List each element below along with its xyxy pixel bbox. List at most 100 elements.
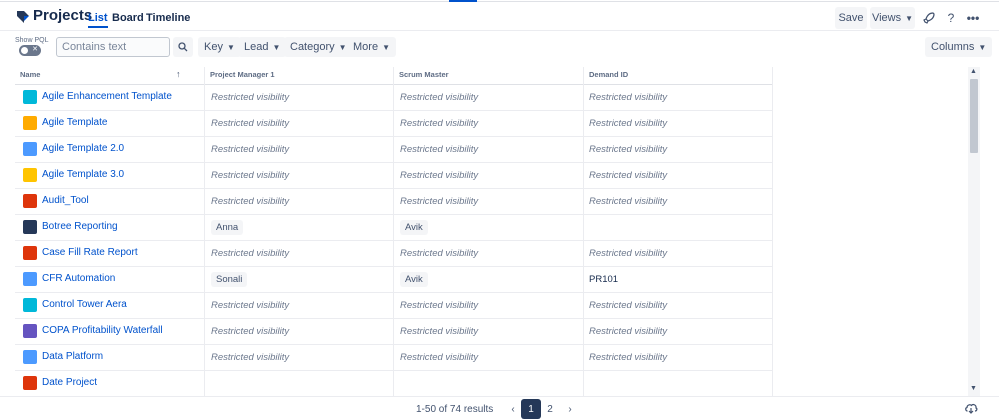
table-row[interactable]: Data Platform Restricted visibility Restri… — [15, 345, 772, 371]
filter-category-button[interactable]: Category ▼ — [284, 37, 353, 57]
scrum-master-cell: Restricted visibility — [400, 300, 479, 311]
project-manager-cell: Anna — [211, 220, 244, 235]
columns-label: Columns — [931, 41, 975, 53]
project-avatar-icon — [23, 194, 37, 208]
column-header-demand-id[interactable]: Demand ID — [589, 70, 628, 79]
tab-timeline[interactable]: Timeline — [146, 12, 190, 24]
project-avatar-icon — [23, 246, 37, 260]
demand-id-cell: PR101 — [589, 274, 619, 285]
project-name-link[interactable]: Case Fill Rate Report — [42, 247, 138, 258]
search-input[interactable] — [56, 37, 170, 57]
project-avatar-icon — [23, 90, 37, 104]
sort-ascending-icon[interactable]: ↑ — [176, 69, 181, 79]
project-manager-cell: Restricted visibility — [211, 300, 290, 311]
filter-lead-label: Lead — [244, 41, 269, 53]
tab-list[interactable]: List — [88, 12, 108, 28]
table-row[interactable]: Agile Enhancement Template Restricted vis… — [15, 85, 772, 111]
scrum-master-cell: Restricted visibility — [400, 196, 479, 207]
more-icon[interactable]: ••• — [962, 7, 984, 29]
table-row[interactable]: Agile Template 3.0 Restricted visibility R… — [15, 163, 772, 189]
filter-key-button[interactable]: Key ▼ — [198, 37, 241, 57]
show-pql-label: Show PQL — [15, 37, 49, 44]
column-header-name[interactable]: Name — [20, 70, 40, 79]
table-row[interactable]: Audit_Tool Restricted visibility Restricte… — [15, 189, 772, 215]
demand-id-cell: Restricted visibility — [589, 248, 668, 259]
page-1-button[interactable]: 1 — [521, 399, 541, 419]
scrum-master-cell: Restricted visibility — [400, 170, 479, 181]
project-name-link[interactable]: Data Platform — [42, 351, 103, 362]
views-label: Views — [871, 12, 902, 24]
scroll-thumb[interactable] — [970, 79, 978, 153]
project-manager-cell: Restricted visibility — [211, 92, 290, 103]
table-row[interactable]: Control Tower Aera Restricted visibility R… — [15, 293, 772, 319]
demand-id-cell: Restricted visibility — [589, 170, 668, 181]
project-avatar-icon — [23, 324, 37, 338]
project-name-link[interactable]: Agile Template — [42, 117, 107, 128]
chevron-down-icon: ▼ — [382, 42, 390, 52]
help-icon[interactable]: ? — [940, 7, 962, 29]
project-name-link[interactable]: Botree Reporting — [42, 221, 118, 232]
cloud-download-icon[interactable] — [964, 402, 978, 414]
rocket-icon[interactable] — [918, 7, 940, 29]
page-2-button[interactable]: 2 — [540, 399, 560, 419]
project-name-link[interactable]: Agile Enhancement Template — [42, 91, 172, 102]
demand-id-cell: Restricted visibility — [589, 196, 668, 207]
project-name-link[interactable]: Agile Template 2.0 — [42, 143, 124, 154]
table-row[interactable]: Botree Reporting Anna Avik — [15, 215, 772, 241]
project-avatar-icon — [23, 350, 37, 364]
projects-logo-icon — [17, 11, 29, 23]
views-button[interactable]: Views ▼ — [870, 7, 915, 29]
project-avatar-icon — [23, 272, 37, 286]
table-row[interactable]: COPA Profitability Waterfall Restricted v… — [15, 319, 772, 345]
project-manager-cell: Sonali — [211, 272, 248, 287]
column-header-project-manager[interactable]: Project Manager 1 — [210, 70, 275, 79]
project-manager-cell: Restricted visibility — [211, 170, 290, 181]
filter-more-button[interactable]: More ▼ — [347, 37, 396, 57]
project-manager-cell: Restricted visibility — [211, 326, 290, 337]
tab-board[interactable]: Board — [112, 12, 144, 24]
table-row[interactable]: CFR Automation Sonali Avik PR101 — [15, 267, 772, 293]
column-header-scrum-master[interactable]: Scrum Master — [399, 70, 449, 79]
project-name-link[interactable]: Control Tower Aera — [42, 299, 127, 310]
scroll-down-icon[interactable]: ▼ — [970, 385, 977, 392]
project-name-link[interactable]: Agile Template 3.0 — [42, 169, 124, 180]
table-row[interactable]: Date Project — [15, 371, 772, 397]
project-manager-cell: Restricted visibility — [211, 144, 290, 155]
project-manager-cell: Restricted visibility — [211, 352, 290, 363]
scrum-master-cell: Restricted visibility — [400, 352, 479, 363]
project-manager-cell: Restricted visibility — [211, 248, 290, 259]
project-avatar-icon — [23, 168, 37, 182]
project-name-link[interactable]: Date Project — [42, 377, 97, 388]
scrum-master-cell: Avik — [400, 220, 428, 235]
previous-page-icon[interactable]: ‹ — [503, 399, 523, 419]
save-button[interactable]: Save — [835, 7, 867, 29]
filter-more-label: More — [353, 41, 379, 53]
scrum-master-cell: Restricted visibility — [400, 248, 479, 259]
project-name-link[interactable]: Audit_Tool — [42, 195, 89, 206]
demand-id-cell: Restricted visibility — [589, 300, 668, 311]
results-count: 1-50 of 74 results — [416, 404, 494, 415]
top-border — [0, 0, 999, 2]
scrum-master-cell: Restricted visibility — [400, 92, 479, 103]
search-button[interactable] — [173, 37, 193, 57]
columns-button[interactable]: Columns ▼ — [925, 37, 993, 57]
scrum-master-cell: Avik — [400, 272, 428, 287]
search-icon — [178, 42, 188, 52]
scrum-master-cell: Restricted visibility — [400, 326, 479, 337]
project-name-link[interactable]: COPA Profitability Waterfall — [42, 325, 163, 336]
project-avatar-icon — [23, 298, 37, 312]
scrum-master-cell: Restricted visibility — [400, 118, 479, 129]
demand-id-cell: Restricted visibility — [589, 118, 668, 129]
project-manager-cell: Restricted visibility — [211, 118, 290, 129]
scroll-up-icon[interactable]: ▲ — [970, 68, 977, 75]
table-row[interactable]: Agile Template Restricted visibility Restr… — [15, 111, 772, 137]
project-name-link[interactable]: CFR Automation — [42, 273, 115, 284]
table-row[interactable]: Case Fill Rate Report Restricted visibili… — [15, 241, 772, 267]
pql-toggle[interactable] — [19, 45, 41, 56]
filter-lead-button[interactable]: Lead ▼ — [238, 37, 287, 57]
project-avatar-icon — [23, 116, 37, 130]
table-row[interactable]: Agile Template 2.0 Restricted visibility R… — [15, 137, 772, 163]
chevron-down-icon: ▼ — [905, 13, 914, 23]
next-page-icon[interactable]: › — [560, 399, 580, 419]
vertical-scrollbar[interactable]: ▲ ▼ — [968, 67, 980, 396]
